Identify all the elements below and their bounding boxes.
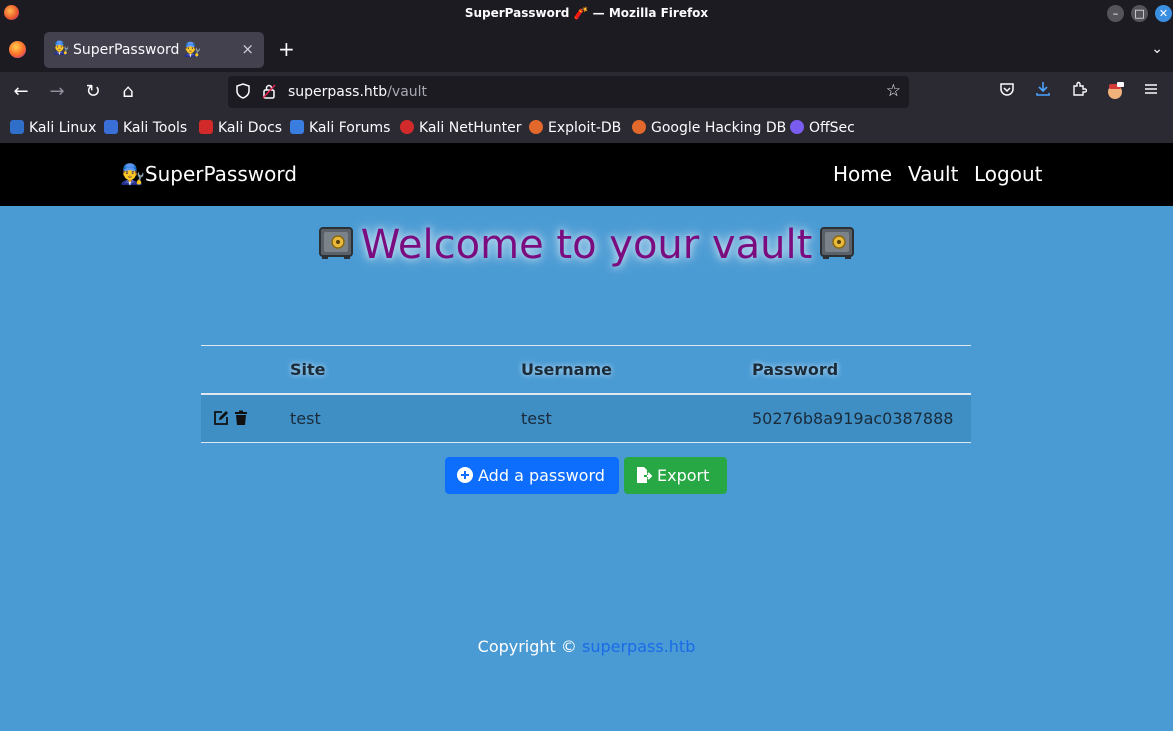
column-header-username: Username	[521, 345, 752, 395]
safe-icon	[820, 227, 855, 259]
tab-label: SuperPassword 👨‍🔧	[73, 42, 202, 58]
plus-circle-icon	[457, 467, 473, 483]
tab-close-icon[interactable]: ×	[241, 40, 254, 58]
kali-docs-icon	[199, 120, 213, 134]
page-title-text: Welcome to your vault	[360, 222, 813, 268]
ghdb-icon	[632, 120, 646, 134]
bookmark-exploit-db[interactable]: Exploit-DB	[529, 120, 621, 136]
bookmark-star-icon[interactable]: ☆	[886, 81, 901, 101]
file-export-icon	[637, 467, 652, 483]
export-button[interactable]: Export	[624, 457, 727, 494]
table-header-row: Site Username Password	[201, 345, 971, 395]
web-page: 👨‍🔧SuperPassword Home Vault Logout Welco…	[0, 143, 1173, 731]
url-path: /vault	[387, 84, 428, 100]
column-header-actions	[201, 345, 290, 395]
home-button[interactable]: ⌂	[117, 81, 139, 103]
footer-link[interactable]: superpass.htb	[582, 637, 695, 656]
nav-link-vault[interactable]: Vault	[908, 162, 958, 186]
tab-superpassword[interactable]: 👨‍🔧 SuperPassword 👨‍🔧 ×	[44, 32, 264, 68]
bookmarks-toolbar: Kali Linux Kali Tools Kali Docs Kali For…	[0, 112, 1173, 143]
offsec-icon	[790, 120, 804, 134]
kali-forums-icon	[290, 120, 304, 134]
kali-dragon-icon	[10, 120, 24, 134]
account-avatar-icon[interactable]	[1104, 81, 1126, 103]
extensions-icon[interactable]	[1068, 81, 1090, 103]
maximize-button[interactable]: □	[1131, 5, 1148, 22]
connection-lock-icon[interactable]	[262, 83, 276, 103]
safe-icon	[318, 227, 353, 259]
bookmark-label: Kali Linux	[29, 120, 97, 136]
cell-username: test	[521, 393, 752, 443]
navigation-toolbar: ← → ↻ ⌂ superpass.htb/vault ☆	[0, 72, 1173, 112]
url-text[interactable]: superpass.htb/vault	[288, 84, 427, 100]
bookmark-kali-forums[interactable]: Kali Forums	[290, 120, 390, 136]
column-header-password: Password	[752, 345, 971, 395]
new-tab-button[interactable]: +	[278, 39, 295, 59]
kali-tools-icon	[104, 120, 118, 134]
page-title: Welcome to your vault	[0, 222, 1173, 268]
cell-site: test	[290, 393, 521, 443]
export-label: Export	[657, 466, 710, 485]
column-header-site: Site	[290, 345, 521, 395]
forward-button[interactable]: →	[46, 81, 68, 103]
minimize-button[interactable]: –	[1107, 5, 1124, 22]
edit-icon[interactable]	[213, 410, 229, 426]
tracking-protection-shield-icon[interactable]	[236, 83, 250, 103]
downloads-icon[interactable]	[1032, 81, 1054, 103]
brand-name: SuperPassword	[144, 162, 297, 186]
nav-link-logout[interactable]: Logout	[974, 162, 1042, 186]
app-menu-icon[interactable]	[1140, 81, 1162, 103]
back-button[interactable]: ←	[10, 81, 32, 103]
pocket-icon[interactable]	[996, 81, 1018, 103]
site-navbar: 👨‍🔧SuperPassword Home Vault Logout	[0, 143, 1173, 206]
site-brand[interactable]: 👨‍🔧SuperPassword	[120, 162, 297, 186]
list-all-tabs-icon[interactable]: ⌄	[1151, 41, 1163, 57]
bookmark-google-hacking-db[interactable]: Google Hacking DB	[632, 120, 786, 136]
exploit-db-icon	[529, 120, 543, 134]
table-row: test test 50276b8a919ac0387888	[201, 393, 971, 443]
url-host: superpass.htb	[288, 84, 388, 100]
kali-nethunter-icon	[400, 120, 414, 134]
page-footer: Copyright © superpass.htb	[0, 637, 1173, 656]
copyright-text: Copyright ©	[477, 637, 582, 656]
tab-favicon-icon: 👨‍🔧	[53, 41, 70, 56]
bookmark-label: Google Hacking DB	[651, 120, 787, 136]
reload-button[interactable]: ↻	[82, 81, 104, 103]
window-title: SuperPassword 🧨 — Mozilla Firefox	[464, 6, 709, 20]
bookmark-label: Kali Forums	[309, 120, 391, 136]
bookmark-kali-linux[interactable]: Kali Linux	[10, 120, 96, 136]
bookmark-label: Kali Docs	[218, 120, 283, 136]
add-password-label: Add a password	[478, 466, 605, 485]
bookmark-label: Kali NetHunter	[419, 120, 522, 136]
window-titlebar: SuperPassword 🧨 — Mozilla Firefox – □ ✕	[0, 0, 1173, 27]
bookmark-kali-tools[interactable]: Kali Tools	[104, 120, 187, 136]
delete-trash-icon[interactable]	[233, 410, 249, 426]
close-window-button[interactable]: ✕	[1155, 5, 1172, 22]
bookmark-label: Kali Tools	[123, 120, 188, 136]
url-bar[interactable]: superpass.htb/vault ☆	[228, 76, 909, 108]
tab-strip: 👨‍🔧 SuperPassword 👨‍🔧 × + ⌄	[0, 27, 1173, 72]
bookmark-kali-docs[interactable]: Kali Docs	[199, 120, 282, 136]
vault-table: Site Username Password test test 50276b8…	[201, 345, 971, 443]
bookmark-label: OffSec	[809, 120, 855, 136]
mechanic-emoji-icon: 👨‍🔧	[120, 162, 145, 186]
cell-password: 50276b8a919ac0387888	[752, 393, 971, 443]
firefox-view-icon[interactable]	[9, 41, 26, 58]
bookmark-label: Exploit-DB	[548, 120, 622, 136]
add-password-button[interactable]: Add a password	[445, 457, 619, 494]
bookmark-offsec[interactable]: OffSec	[790, 120, 855, 136]
row-actions	[201, 393, 290, 443]
bookmark-kali-nethunter[interactable]: Kali NetHunter	[400, 120, 521, 136]
nav-link-home[interactable]: Home	[833, 162, 892, 186]
